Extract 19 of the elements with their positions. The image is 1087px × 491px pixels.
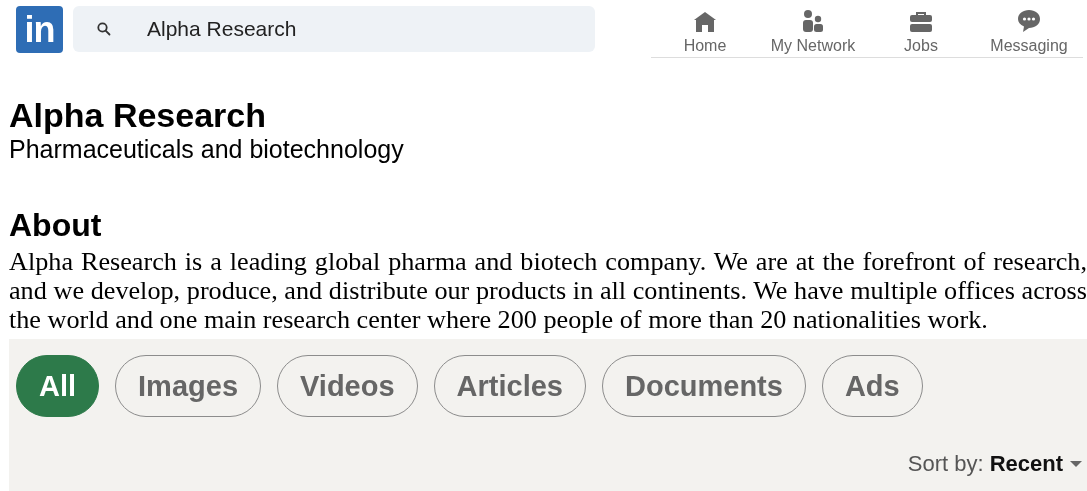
company-name: Alpha Research bbox=[9, 96, 267, 134]
logo[interactable]: in bbox=[16, 5, 63, 53]
briefcase-icon bbox=[909, 10, 933, 33]
section-heading: About bbox=[9, 209, 103, 241]
nav-item[interactable]: Jobs bbox=[867, 10, 975, 57]
search-input[interactable]: Alpha Research bbox=[147, 17, 547, 41]
nav-item[interactable]: Messaging bbox=[975, 8, 1083, 57]
about-paragraph: Alpha Research is a leading global pharma and biotech company. We are at the forefront of research, and we develop, produce, and distribute our products in all continents. We have multiple offices across the world and one main research center where 200 people of more than 20 nationalities work. bbox=[9, 247, 1087, 334]
nav-item[interactable]: My Network bbox=[759, 8, 867, 57]
chat-icon bbox=[1017, 8, 1041, 33]
company-industry: Pharmaceuticals and biotechnology bbox=[9, 134, 405, 164]
nav-item[interactable]: Home bbox=[651, 10, 759, 57]
search-icon bbox=[97, 22, 111, 36]
home-icon bbox=[693, 10, 717, 33]
search-field[interactable]: Alpha Research bbox=[73, 6, 595, 52]
people-icon bbox=[801, 8, 825, 33]
sort-dropdown[interactable]: Sort by: Recent bbox=[907, 451, 1083, 477]
filter-pill[interactable]: All bbox=[16, 355, 100, 417]
caret-icon bbox=[1069, 460, 1083, 468]
